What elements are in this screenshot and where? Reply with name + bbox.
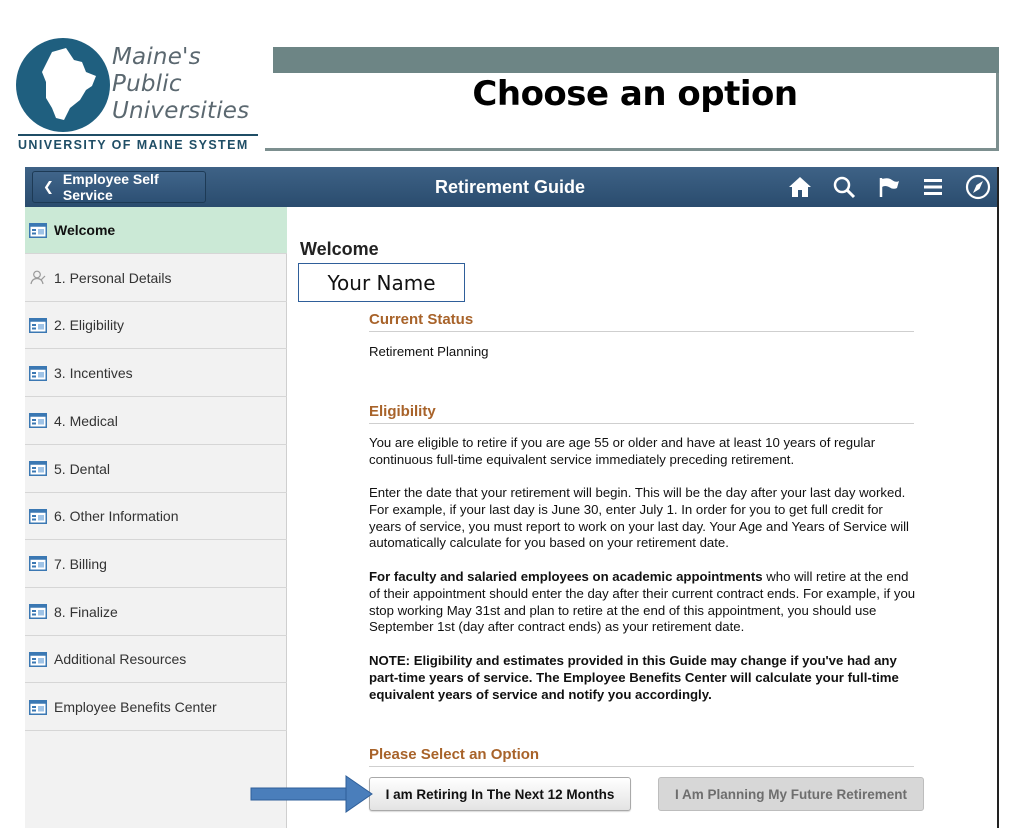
eligibility-heading: Eligibility — [369, 403, 914, 424]
sidebar-item-2-eligibility[interactable]: 2. Eligibility — [25, 302, 287, 350]
search-icon[interactable] — [831, 175, 857, 199]
university-logo: Maine's Public Universities UNIVERSITY O… — [16, 38, 260, 154]
sidebar-item-employee-benefits-center[interactable]: Employee Benefits Center — [25, 684, 287, 731]
header-accent-bar — [273, 47, 999, 73]
employee-self-service-back-button[interactable]: ❮ Employee Self Service — [32, 171, 206, 203]
sidebar-item-label: 2. Eligibility — [54, 317, 125, 334]
sidebar-item-additional-resources[interactable]: Additional Resources — [25, 636, 287, 684]
home-icon[interactable] — [787, 175, 813, 199]
sidebar-item-label: 1. Personal Details — [54, 269, 172, 286]
page-icon — [29, 461, 47, 476]
sidebar-item-welcome[interactable]: Welcome — [25, 207, 287, 254]
welcome-heading: Welcome — [300, 239, 379, 259]
eligibility-note: NOTE: Eligibility and estimates provided… — [369, 653, 899, 702]
slide-title: Choose an option — [472, 74, 798, 114]
your-name-box: Your Name — [298, 263, 465, 302]
sidebar-item-4-medical[interactable]: 4. Medical — [25, 398, 287, 445]
sidebar-item-label: 5. Dental — [54, 460, 111, 477]
page-icon — [29, 413, 47, 429]
select-option-heading: Please Select an Option — [369, 746, 914, 767]
menu-icon[interactable] — [920, 175, 946, 199]
flag-icon[interactable] — [876, 175, 902, 199]
maine-map-icon — [16, 38, 110, 132]
compass-icon[interactable] — [963, 173, 993, 201]
sidebar-item-label: 6. Other Information — [54, 508, 179, 525]
logo-system-name: UNIVERSITY OF MAINE SYSTEM — [18, 138, 249, 152]
page-icon — [29, 604, 47, 620]
sidebar-item-label: 7. Billing — [54, 555, 107, 572]
retirement-guide-app: ❮ Employee Self Service Retirement Guide… — [25, 167, 999, 828]
eligibility-paragraph-1: You are eligible to retire if you are ag… — [369, 435, 876, 467]
page-title: Retirement Guide — [434, 177, 586, 197]
sidebar-item-3-incentives[interactable]: 3. Incentives — [25, 350, 287, 398]
current-status-value: Retirement Planning — [369, 344, 489, 359]
person-icon — [29, 270, 47, 285]
page-icon — [29, 508, 47, 524]
page-icon — [29, 699, 47, 715]
sidebar-item-label: 8. Finalize — [54, 603, 118, 620]
eligibility-paragraph-2: Enter the date that your retirement will… — [369, 485, 909, 551]
faculty-bold-text: For faculty and salaried employees on ac… — [369, 569, 763, 584]
back-button-label: Employee Self Service — [62, 171, 159, 203]
eligibility-paragraph-3: For faculty and salaried employees on ac… — [369, 569, 917, 636]
logo-wordmark: Maine's Public Universities — [112, 44, 249, 125]
page-icon — [29, 556, 47, 572]
logo-line-3: Universities — [112, 98, 250, 124]
sidebar-item-6-other-information[interactable]: 6. Other Information — [25, 493, 287, 541]
logo-line-2: Public — [112, 71, 182, 97]
main-content: Welcome Your Name Current Status Retirem… — [288, 207, 997, 828]
logo-line-1: Maine's — [112, 44, 201, 70]
sidebar-item-5-dental[interactable]: 5. Dental — [25, 446, 287, 493]
current-status-heading: Current Status — [369, 311, 914, 332]
header-right-rule — [996, 73, 999, 151]
header-bottom-rule — [265, 148, 999, 151]
logo-divider — [18, 134, 258, 136]
page-icon — [29, 365, 47, 381]
sidebar-item-1-personal-details[interactable]: 1. Personal Details — [25, 255, 287, 302]
retiring-next-12-months-button[interactable]: I am Retiring In The Next 12 Months — [369, 777, 631, 811]
sidebar-item-8-finalize[interactable]: 8. Finalize — [25, 589, 287, 636]
sidebar-item-label: 3. Incentives — [54, 365, 133, 382]
planning-future-retirement-button[interactable]: I Am Planning My Future Retirement — [658, 777, 924, 811]
sidebar-nav: Welcome 1. Personal Details 2. Eligibility… — [25, 207, 287, 828]
sidebar-item-7-billing[interactable]: 7. Billing — [25, 541, 287, 588]
sidebar-item-label: Employee Benefits Center — [54, 699, 217, 715]
sidebar-item-label: Additional Resources — [54, 651, 187, 668]
chevron-left-icon: ❮ — [43, 179, 54, 194]
app-banner: ❮ Employee Self Service Retirement Guide — [25, 167, 997, 207]
page-icon — [29, 317, 47, 333]
page-icon — [29, 222, 47, 238]
sidebar-item-label: 4. Medical — [54, 412, 118, 429]
callout-arrow-icon — [250, 775, 373, 813]
page-icon — [29, 651, 47, 667]
sidebar-item-label: Welcome — [54, 222, 116, 238]
